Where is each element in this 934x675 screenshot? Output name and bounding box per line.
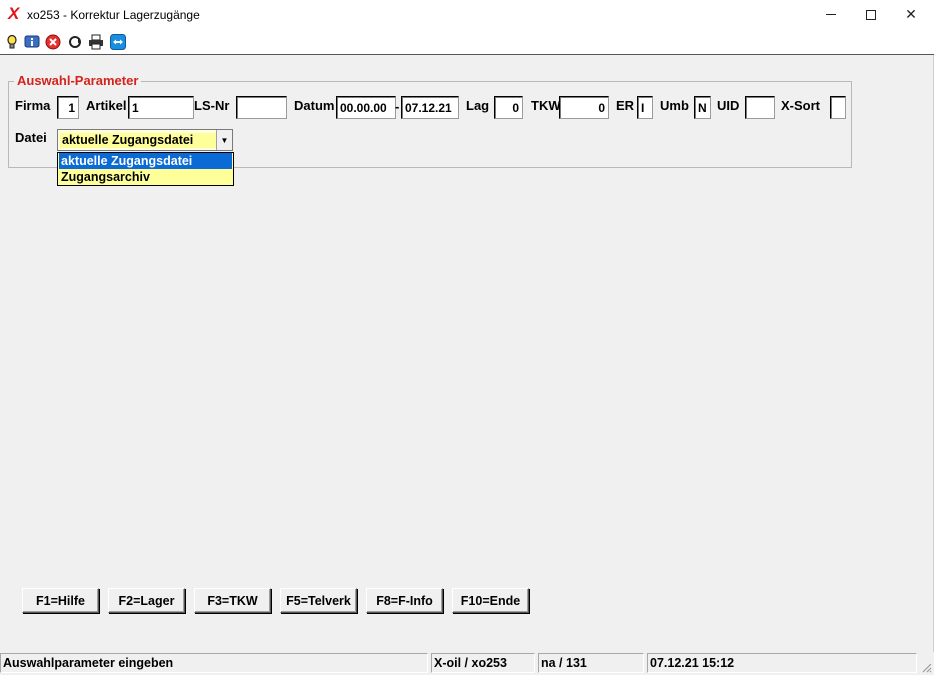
er-field[interactable]: I bbox=[637, 96, 653, 119]
artikel-label: Artikel bbox=[86, 98, 127, 113]
artikel-field[interactable]: 1 bbox=[128, 96, 194, 119]
refresh-icon[interactable] bbox=[67, 34, 83, 50]
datei-label: Datei bbox=[15, 130, 47, 145]
lag-field[interactable]: 0 bbox=[494, 96, 523, 119]
maximize-button[interactable] bbox=[850, 0, 892, 29]
datei-combobox[interactable]: aktuelle Zugangsdatei ▼ bbox=[57, 129, 233, 151]
f8-finfo-button[interactable]: F8=F-Info bbox=[366, 588, 443, 613]
datum-to-field[interactable]: 07.12.21 bbox=[401, 96, 459, 119]
group-title: Auswahl-Parameter bbox=[14, 73, 142, 88]
f3-tkw-button[interactable]: F3=TKW bbox=[194, 588, 271, 613]
toolbar bbox=[0, 29, 934, 55]
uid-field[interactable] bbox=[745, 96, 775, 119]
f5-telverk-button[interactable]: F5=Telverk bbox=[280, 588, 357, 613]
datum-from-field[interactable]: 00.00.00 bbox=[336, 96, 396, 119]
umb-field[interactable]: N bbox=[694, 96, 711, 119]
lsnr-label: LS-Nr bbox=[194, 98, 230, 113]
minimize-button[interactable] bbox=[810, 0, 852, 29]
umb-label: Umb bbox=[660, 98, 689, 113]
datum-label: Datum bbox=[294, 98, 335, 113]
datei-dropdown-list: aktuelle Zugangsdatei Zugangsarchiv bbox=[57, 152, 234, 186]
datei-selected-value: aktuelle Zugangsdatei bbox=[60, 133, 216, 148]
cancel-icon[interactable] bbox=[45, 34, 61, 50]
f1-help-button[interactable]: F1=Hilfe bbox=[22, 588, 99, 613]
datum-separator: - bbox=[395, 99, 400, 114]
title-bar: X xo253 - Korrektur Lagerzugänge ✕ bbox=[0, 0, 934, 29]
chevron-down-icon: ▼ bbox=[220, 135, 229, 145]
teamviewer-icon[interactable] bbox=[110, 34, 126, 50]
close-button[interactable]: ✕ bbox=[890, 0, 932, 29]
dropdown-option-aktuelle-zugangsdatei[interactable]: aktuelle Zugangsdatei bbox=[59, 153, 232, 169]
info-icon[interactable] bbox=[24, 34, 40, 50]
tkw-field[interactable]: 0 bbox=[559, 96, 609, 119]
dropdown-option-zugangsarchiv[interactable]: Zugangsarchiv bbox=[59, 169, 232, 185]
f2-lager-button[interactable]: F2=Lager bbox=[108, 588, 185, 613]
er-label: ER bbox=[616, 98, 635, 113]
resize-grip-icon[interactable] bbox=[920, 661, 932, 673]
lightbulb-icon[interactable] bbox=[4, 34, 20, 50]
minimize-icon bbox=[826, 14, 836, 15]
xsort-label: X-Sort bbox=[781, 98, 820, 113]
firma-field[interactable]: 1 bbox=[57, 96, 79, 119]
lsnr-field[interactable] bbox=[236, 96, 287, 119]
uid-label: UID bbox=[717, 98, 740, 113]
status-program: X-oil / xo253 bbox=[431, 653, 535, 673]
application-window: X xo253 - Korrektur Lagerzugänge ✕ Auswa… bbox=[0, 0, 934, 675]
close-icon: ✕ bbox=[905, 6, 917, 22]
status-datetime: 07.12.21 15:12 bbox=[647, 653, 917, 673]
status-message: Auswahlparameter eingeben bbox=[0, 653, 428, 673]
window-title: xo253 - Korrektur Lagerzugänge bbox=[27, 8, 200, 22]
status-bar: Auswahlparameter eingeben X-oil / xo253 … bbox=[0, 652, 934, 675]
app-logo-icon: X bbox=[8, 4, 20, 23]
f10-end-button[interactable]: F10=Ende bbox=[452, 588, 529, 613]
print-icon[interactable] bbox=[88, 34, 104, 50]
tkw-label: TKW bbox=[531, 98, 561, 113]
lag-label: Lag bbox=[466, 98, 490, 113]
dropdown-button[interactable]: ▼ bbox=[216, 130, 232, 150]
maximize-icon bbox=[866, 9, 876, 20]
firma-label: Firma bbox=[15, 98, 51, 113]
status-user: na / 131 bbox=[538, 653, 644, 673]
xsort-field[interactable] bbox=[830, 96, 846, 119]
